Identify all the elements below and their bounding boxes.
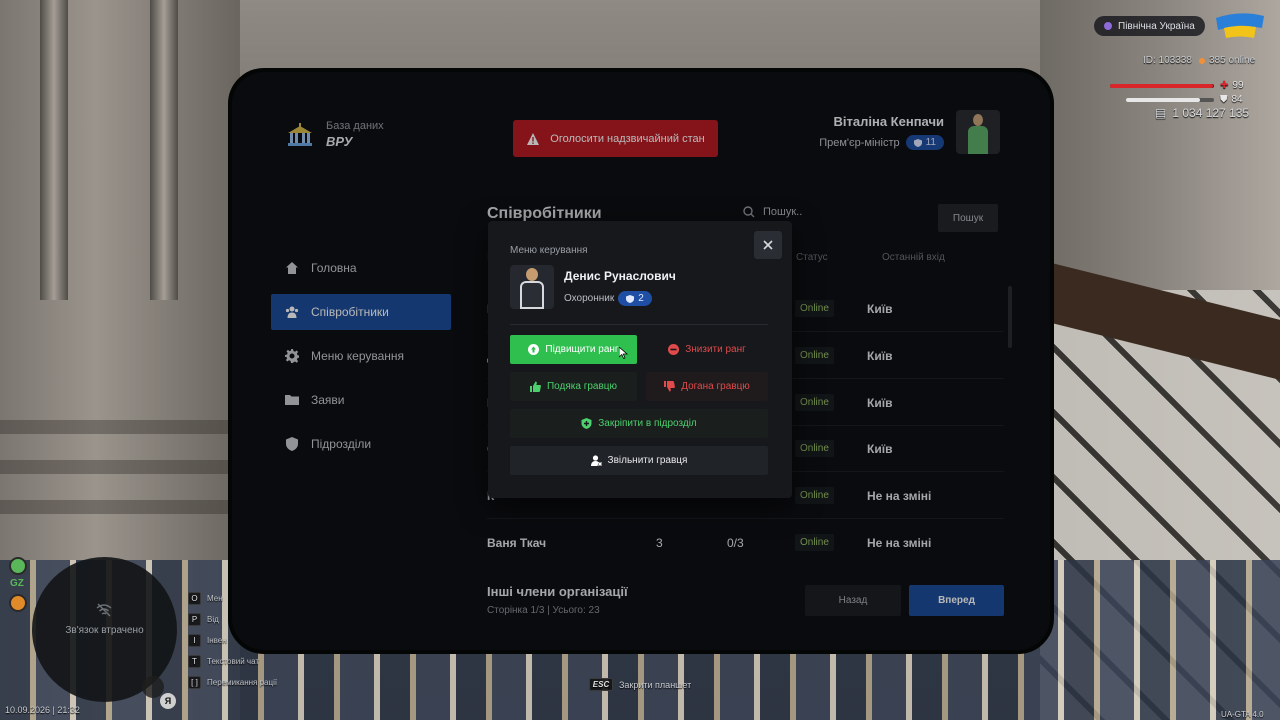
money-icon: ▤	[1155, 106, 1167, 120]
armor-value: 84	[1231, 94, 1243, 105]
divider	[510, 324, 768, 325]
close-tablet-label: Закрити планшет	[619, 679, 692, 690]
stair-step	[0, 500, 240, 514]
demote-label: Знизити ранг	[685, 344, 746, 355]
user-remove-icon	[590, 455, 602, 466]
rebuke-label: Догана гравцю	[681, 381, 750, 392]
key-cap: O	[188, 592, 201, 605]
key-hint-label: Мен	[207, 594, 223, 603]
key-hint: T Текстовий чат	[188, 651, 277, 672]
game-version: UA-GTA 4.0	[1221, 710, 1264, 719]
server-logo-icon	[1216, 13, 1264, 38]
close-icon	[763, 240, 773, 250]
column	[150, 0, 178, 300]
key-hint-label: Перемикання рації	[207, 678, 278, 687]
fire-player-button[interactable]: Звільнити гравця	[510, 446, 768, 475]
online-icon	[1199, 57, 1205, 64]
promote-button[interactable]: Підвищити ранг	[510, 335, 637, 364]
money-value: 1 034 127 135	[1172, 106, 1250, 120]
money-readout: ▤ 1 034 127 135	[1155, 106, 1249, 120]
key-hint: P Від	[188, 609, 277, 630]
online-count: 385 online	[1199, 55, 1255, 66]
stair-step	[0, 460, 240, 474]
column	[40, 0, 68, 300]
key-cap: P	[188, 613, 201, 626]
microphone-icon	[142, 676, 164, 698]
assign-label: Закріпити в підрозділ	[598, 418, 697, 429]
health-value: 99	[1232, 80, 1244, 91]
gz-label: GZ	[10, 578, 24, 589]
key-cap: T	[188, 655, 201, 668]
date-time: 10.09.2026 | 21:32	[5, 705, 80, 715]
thanks-label: Подяка гравцю	[546, 381, 618, 392]
region-label: Північна Україна	[1118, 20, 1195, 32]
player-id: ID: 103338	[1143, 55, 1192, 66]
close-tablet-hint: ESC Закрити планшет	[589, 678, 691, 691]
demote-button[interactable]: Знизити ранг	[646, 335, 768, 364]
thumbs-down-icon	[664, 381, 676, 392]
control-menu-modal: Меню керування Денис Рунаслович Охоронни…	[488, 221, 792, 498]
mouse-cursor-icon	[619, 347, 629, 359]
key-hint-label: Текстовий чат	[207, 657, 260, 666]
armor-icon: ⛊	[1220, 94, 1228, 105]
shield-plus-icon	[581, 418, 592, 429]
status-icon-orange	[9, 594, 27, 612]
key-cap: [ ]	[188, 676, 201, 689]
member-rank-badge: 2	[618, 291, 652, 306]
modal-title: Меню керування	[510, 245, 588, 256]
no-signal-icon	[96, 603, 112, 617]
key-hints: O Мен P Від I Інвен T Текстовий чат [ ] Перем…	[188, 588, 277, 693]
armor-readout: ⛊ 84	[1220, 94, 1243, 105]
status-icon-green	[9, 557, 27, 575]
armor-bar-fill	[1126, 98, 1200, 102]
key-hint-label: Інвен	[207, 636, 227, 645]
esc-key: ESC	[589, 678, 613, 691]
key-hint: O Мен	[188, 588, 277, 609]
arrow-down-circle-icon	[668, 344, 680, 355]
close-button[interactable]	[754, 231, 782, 259]
online-label: 385 online	[1209, 55, 1256, 66]
member-role: Охоронник	[564, 293, 615, 304]
assign-division-button[interactable]: Закріпити в підрозділ	[510, 409, 768, 438]
key-hint: [ ] Перемикання рації	[188, 672, 277, 693]
key-cap: I	[188, 634, 201, 647]
member-rank-value: 2	[638, 293, 644, 304]
connection-lost-text: Зв'язок втрачено	[65, 625, 144, 636]
rebuke-button[interactable]: Догана гравцю	[646, 372, 768, 401]
promote-label: Підвищити ранг	[545, 344, 619, 355]
arrow-up-circle-icon	[528, 344, 540, 355]
member-avatar	[510, 265, 554, 309]
health-readout: ✚ 99	[1220, 80, 1244, 91]
key-hint: I Інвен	[188, 630, 277, 651]
stair-step	[0, 420, 240, 434]
fire-label: Звільнити гравця	[607, 455, 688, 466]
region-icon	[1104, 22, 1112, 30]
member-name: Денис Рунаслович	[564, 269, 676, 283]
region-badge: Північна Україна	[1094, 16, 1205, 36]
key-hint-label: Від	[207, 615, 219, 624]
thumbs-up-icon	[529, 381, 541, 392]
health-icon: ✚	[1220, 80, 1229, 91]
health-bar-fill	[1110, 84, 1213, 88]
mic-key: Я	[160, 693, 176, 709]
thanks-button[interactable]: Подяка гравцю	[510, 372, 637, 401]
shield-icon	[626, 294, 635, 303]
